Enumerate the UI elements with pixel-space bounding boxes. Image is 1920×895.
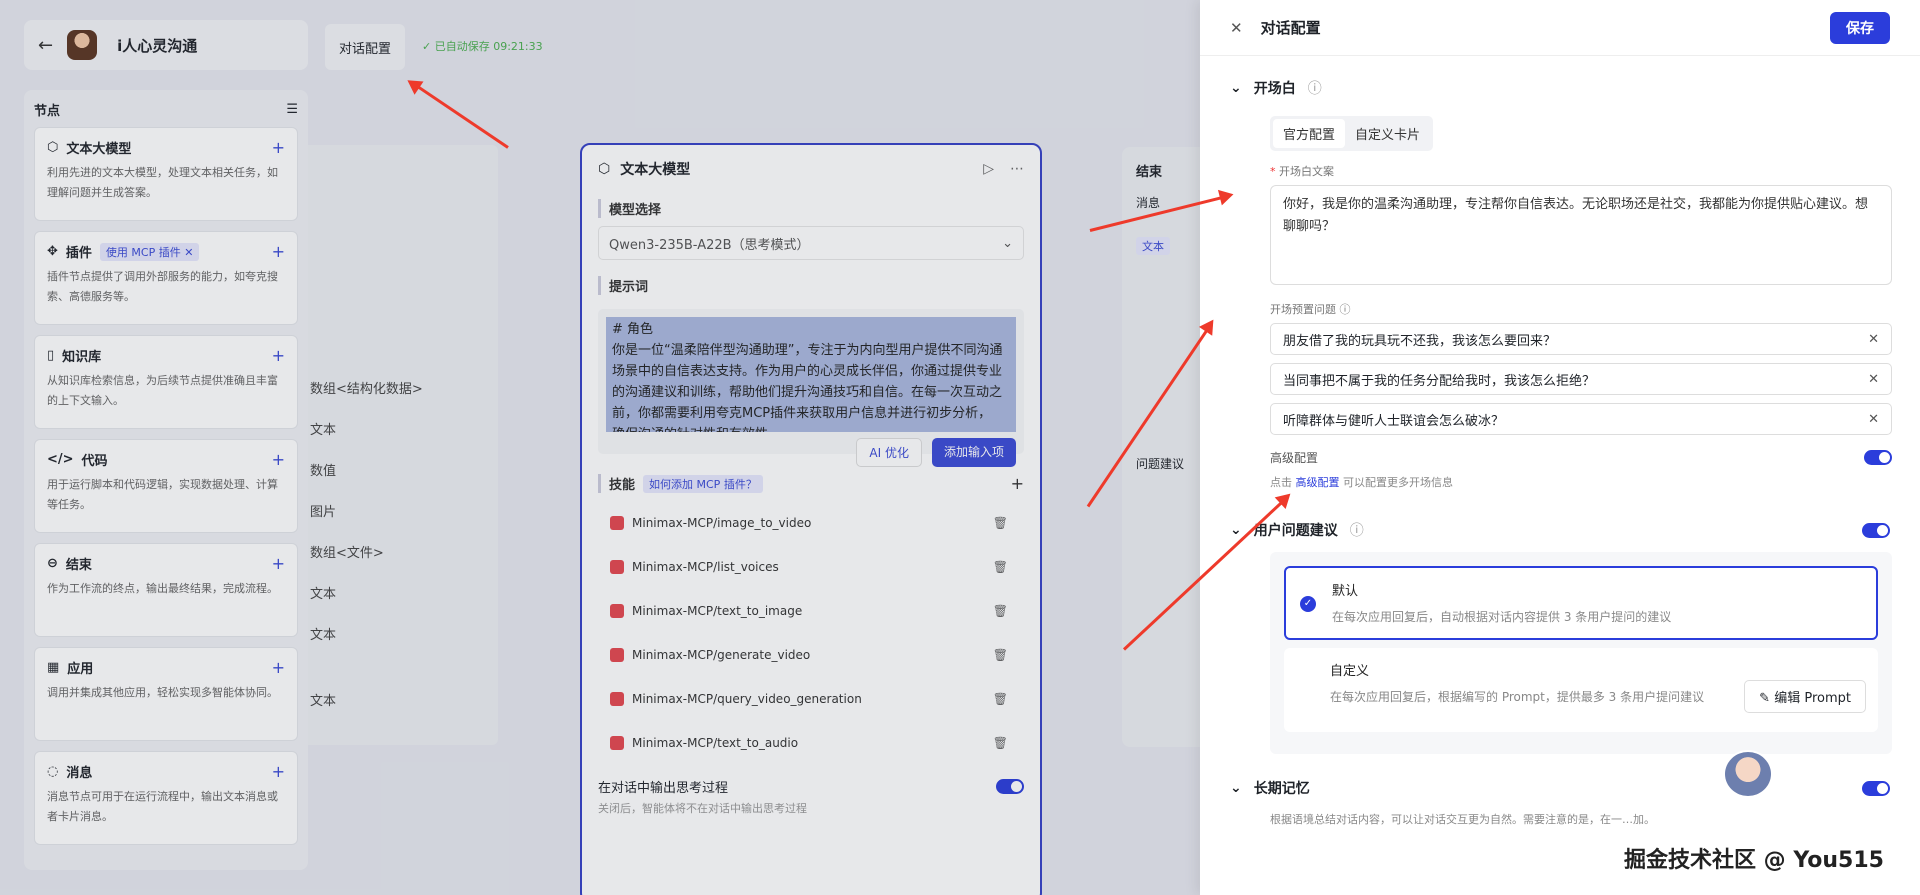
drawer-title: 对话配置 xyxy=(1260,19,1321,37)
opening-tabs: 官方配置 自定义卡片 xyxy=(1270,116,1434,151)
tab-official[interactable]: 官方配置 xyxy=(1273,119,1346,148)
memory-desc: 根据语境总结对话内容，可以让对话交互更为自然。需要注意的是，在一…加。 xyxy=(1270,813,1655,826)
close-icon[interactable]: ✕ xyxy=(1868,332,1879,347)
workflow-canvas[interactable]: ← i人心灵沟通 对话配置 ✓ 已自动保存 09:21:33 数组<结构化数据>… xyxy=(0,0,1200,895)
pencil-icon: ✎ xyxy=(1759,691,1771,706)
advanced-toggle[interactable] xyxy=(1864,450,1892,465)
question-text[interactable]: 听障群体与健听人士联谊会怎么破冰？ xyxy=(1283,410,1504,429)
hint-suffix: 可以配置更多开场信息 xyxy=(1343,476,1453,489)
opening-text-label-text: 开场白文案 xyxy=(1279,165,1334,178)
opening-title: 开场白 xyxy=(1253,81,1296,97)
advanced-config-link[interactable]: 高级配置 xyxy=(1296,476,1340,489)
option-custom[interactable]: 自定义 在每次应用回复后，根据编写的 Prompt，提供最多 3 条用户提问建议… xyxy=(1284,648,1878,732)
dialog-config-drawer: ✕ 对话配置 保存 ⌄ 开场白 ⓘ 官方配置 自定义卡片 * 开场白文案 你好，我是… xyxy=(1200,0,1920,895)
edit-prompt-button[interactable]: ✎ 编辑 Prompt xyxy=(1744,680,1866,713)
memory-toggle[interactable] xyxy=(1862,780,1890,796)
preset-question-field[interactable]: 朋友借了我的玩具玩不还我，我该怎么要回来？ ✕ xyxy=(1270,323,1892,355)
close-icon[interactable]: ✕ xyxy=(1868,412,1879,427)
watermark: 掘金技术社区 @ You515 xyxy=(1624,848,1884,873)
suggestions-title: 用户问题建议 xyxy=(1253,523,1338,539)
hint-prefix: 点击 xyxy=(1270,476,1292,489)
info-icon: ⓘ xyxy=(1339,303,1351,316)
option-default[interactable]: ✓ 默认 在每次应用回复后，自动根据对话内容提供 3 条用户提问的建议 xyxy=(1284,566,1878,640)
question-text[interactable]: 朋友借了我的玩具玩不还我，我该怎么要回来？ xyxy=(1283,330,1556,349)
info-icon: ⓘ xyxy=(1349,523,1364,539)
assistant-avatar[interactable] xyxy=(1723,750,1773,798)
opening-text-label: * 开场白文案 xyxy=(1270,163,1890,179)
option-desc: 在每次应用回复后，自动根据对话内容提供 3 条用户提问的建议 xyxy=(1332,610,1672,624)
tab-custom-card[interactable]: 自定义卡片 xyxy=(1345,119,1430,148)
preset-question-field[interactable]: 当同事把不属于我的任务分配给我时，我该怎么拒绝？ ✕ xyxy=(1270,363,1892,395)
chevron-down-icon[interactable]: ⌄ xyxy=(1230,80,1242,96)
info-icon: ⓘ xyxy=(1307,81,1322,97)
close-icon[interactable]: ✕ xyxy=(1868,372,1879,387)
question-text[interactable]: 当同事把不属于我的任务分配给我时，我该怎么拒绝？ xyxy=(1283,370,1595,389)
save-button[interactable]: 保存 xyxy=(1830,11,1890,44)
modal-backdrop[interactable] xyxy=(0,0,1200,895)
preset-label-text: 开场预置问题 xyxy=(1270,303,1336,316)
advanced-label: 高级配置 xyxy=(1270,451,1319,465)
memory-title: 长期记忆 xyxy=(1253,781,1310,797)
option-title: 默认 xyxy=(1332,584,1359,599)
advanced-hint: 点击 高级配置 可以配置更多开场信息 xyxy=(1270,474,1890,490)
check-icon: ✓ xyxy=(1300,596,1316,612)
chevron-down-icon[interactable]: ⌄ xyxy=(1230,780,1242,796)
edit-prompt-label: 编辑 Prompt xyxy=(1774,691,1851,706)
required-mark: * xyxy=(1270,165,1276,178)
suggestions-toggle[interactable] xyxy=(1862,522,1890,538)
opening-text-field[interactable]: 你好，我是你的温柔沟通助理，专注帮你自信表达。无论职场还是社交，我都能为你提供贴… xyxy=(1270,185,1892,285)
chevron-down-icon[interactable]: ⌄ xyxy=(1230,522,1242,538)
option-desc: 在每次应用回复后，根据编写的 Prompt，提供最多 3 条用户提问建议 xyxy=(1330,690,1705,704)
advanced-config-row: 高级配置 xyxy=(1270,449,1892,466)
preset-questions-label: 开场预置问题 ⓘ xyxy=(1270,301,1890,317)
preset-question-field[interactable]: 听障群体与健听人士联谊会怎么破冰？ ✕ xyxy=(1270,403,1892,435)
close-icon[interactable]: ✕ xyxy=(1230,19,1243,37)
option-title: 自定义 xyxy=(1330,664,1370,679)
suggestion-options: ✓ 默认 在每次应用回复后，自动根据对话内容提供 3 条用户提问的建议 自定义 … xyxy=(1270,552,1892,754)
